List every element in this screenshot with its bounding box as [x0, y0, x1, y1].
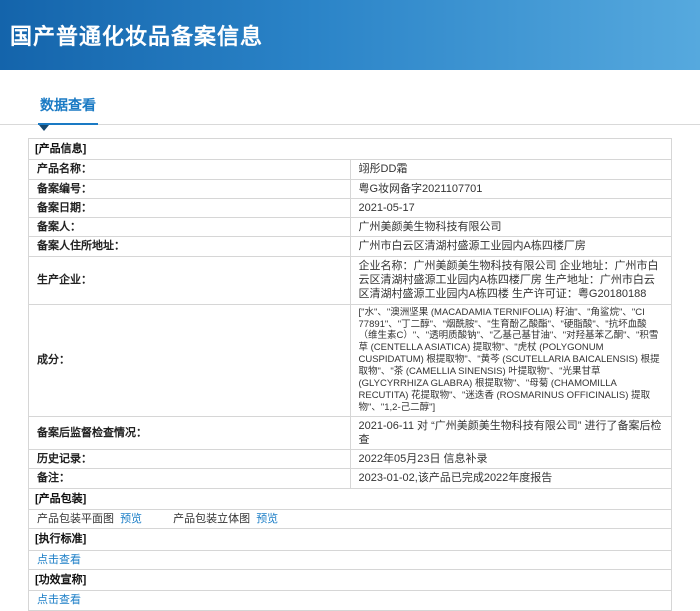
row-history: 历史记录： 2022年05月23日 信息补录 [28, 449, 672, 470]
row-label: 备案后监督检查情况： [28, 415, 351, 451]
preview-stereo-link[interactable]: 预览 [256, 513, 278, 525]
row-label: 产品名称： [28, 159, 351, 180]
row-value: 2023-01-02,该产品已完成2022年度报告 [349, 468, 672, 489]
row-value: 粤G妆网备字2021107701 [349, 178, 672, 199]
row-value: 广州市白云区清湖村盛源工业园内A栋四楼厂房 [349, 236, 672, 257]
row-remarks: 备注： 2023-01-02,该产品已完成2022年度报告 [28, 468, 672, 489]
row-label: 备案日期： [28, 197, 351, 219]
filing-info-table: [产品信息] 产品名称： 翊彤DD霜 备案编号： 粤G妆网备字202110770… [28, 137, 672, 611]
tab-data-view[interactable]: 数据查看 [38, 95, 98, 131]
packaging-stereo-group: 产品包装立体图 预览 [173, 512, 278, 526]
row-label: 生产企业： [28, 255, 351, 305]
efficacy-link-cell: 点击查看 [28, 590, 672, 611]
row-label: 成分： [28, 303, 351, 417]
row-value: ["水"、"澳洲坚果 (MACADAMIA TERNIFOLIA) 籽油"、"角… [349, 303, 672, 417]
standard-link-row: 点击查看 [28, 549, 672, 570]
stereo-image-label: 产品包装立体图 [173, 513, 251, 526]
packaging-cell: 产品包装平面图 预览 产品包装立体图 预览 [28, 509, 672, 530]
section-efficacy: [功效宣称] [28, 568, 672, 592]
row-value: 广州美颜美生物科技有限公司 [349, 217, 672, 238]
section-packaging: [产品包装] [28, 487, 672, 511]
efficacy-link-row: 点击查看 [28, 590, 672, 611]
section-standard: [执行标准] [28, 528, 672, 551]
section-title: [功效宣称] [28, 568, 672, 592]
main-content: [产品信息] 产品名称： 翊彤DD霜 备案编号： 粤G妆网备字202110770… [0, 125, 700, 611]
row-supervision-check: 备案后监督检查情况： 2021-06-11 对 “广州美颜美生物科技有限公司” … [28, 415, 672, 451]
tab-label: 数据查看 [40, 97, 96, 113]
row-filing-date: 备案日期： 2021-05-17 [28, 197, 672, 219]
section-title: [产品信息] [28, 137, 672, 161]
page: 国产普通化妆品备案信息 数据查看 [产品信息] 产品名称： 翊彤DD霜 备案编号… [0, 0, 700, 611]
row-value: 翊彤DD霜 [349, 159, 672, 180]
page-title: 国产普通化妆品备案信息 [10, 24, 264, 49]
flat-image-label: 产品包装平面图 [37, 513, 114, 526]
row-value: 2021-05-17 [349, 197, 672, 219]
row-label: 备案编号： [28, 178, 351, 199]
row-ingredients: 成分： ["水"、"澳洲坚果 (MACADAMIA TERNIFOLIA) 籽油… [28, 303, 672, 417]
row-label: 历史记录： [28, 449, 351, 470]
preview-flat-link[interactable]: 预览 [120, 513, 142, 525]
tab-bar: 数据查看 [0, 92, 700, 131]
packaging-flat-group: 产品包装平面图 预览 [37, 512, 142, 526]
packaging-row: 产品包装平面图 预览 产品包装立体图 预览 [28, 509, 672, 530]
row-label: 备案人住所地址： [28, 236, 351, 257]
row-label: 备案人： [28, 217, 351, 238]
row-manufacturer: 生产企业： 企业名称：广州美颜美生物科技有限公司 企业地址：广州市白云区清湖村盛… [28, 255, 672, 305]
tab-active-caret-icon [39, 125, 49, 131]
standard-link-cell: 点击查看 [28, 549, 672, 570]
row-filer: 备案人： 广州美颜美生物科技有限公司 [28, 217, 672, 238]
row-label: 备注： [28, 468, 351, 489]
row-value: 2021-06-11 对 “广州美颜美生物科技有限公司” 进行了备案后检查 [349, 415, 672, 451]
row-value: 2022年05月23日 信息补录 [349, 449, 672, 470]
row-filing-number: 备案编号： 粤G妆网备字2021107701 [28, 178, 672, 199]
row-filer-address: 备案人住所地址： 广州市白云区清湖村盛源工业园内A栋四楼厂房 [28, 236, 672, 257]
section-title: [产品包装] [28, 487, 672, 511]
efficacy-view-link[interactable]: 点击查看 [37, 594, 81, 606]
row-value: 企业名称：广州美颜美生物科技有限公司 企业地址：广州市白云区清湖村盛源工业园内A… [349, 255, 672, 305]
page-header: 国产普通化妆品备案信息 [0, 0, 700, 70]
row-product-name: 产品名称： 翊彤DD霜 [28, 159, 672, 180]
standard-view-link[interactable]: 点击查看 [37, 554, 81, 566]
section-title: [执行标准] [28, 528, 672, 551]
section-product-info: [产品信息] [28, 137, 672, 161]
